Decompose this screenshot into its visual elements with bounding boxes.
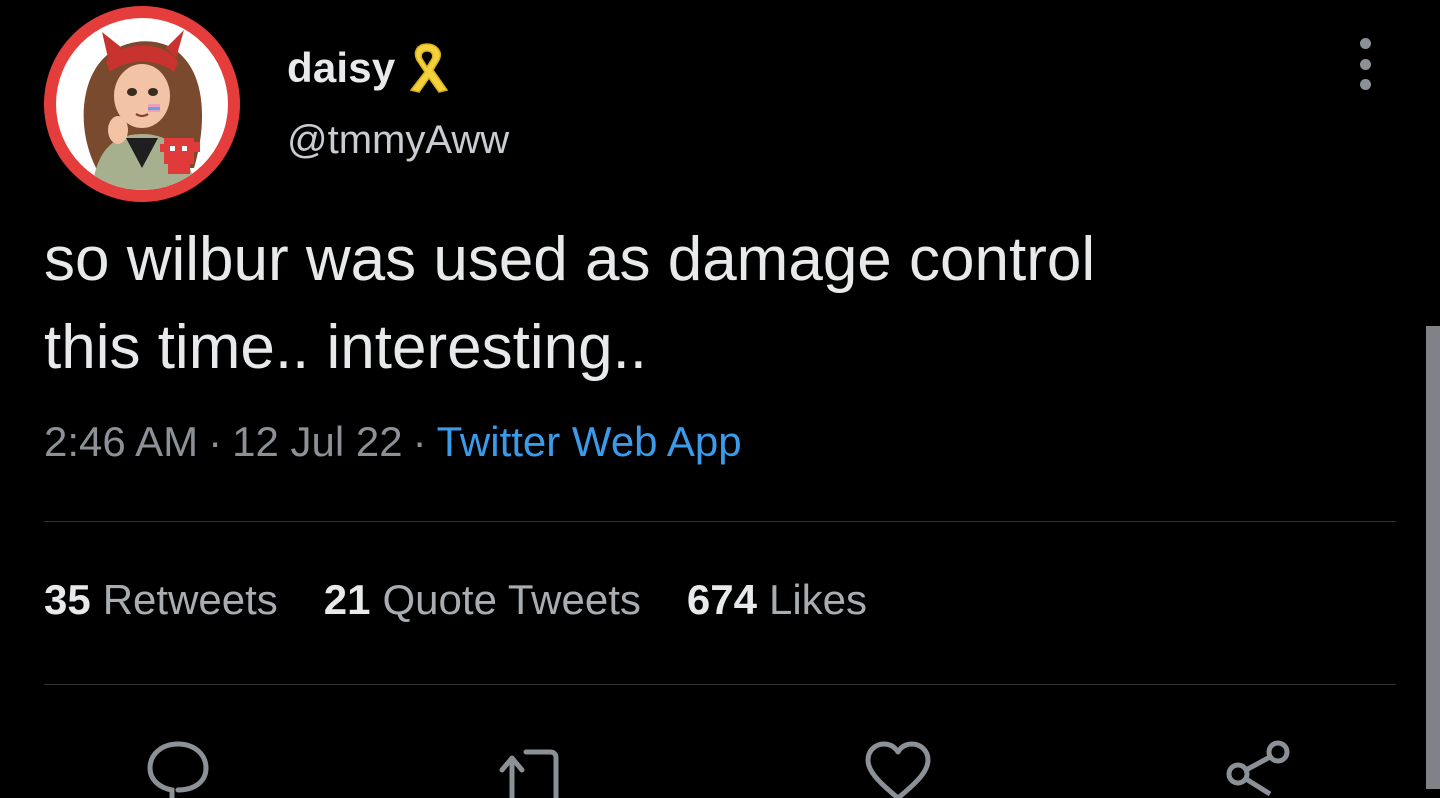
avatar-image — [56, 18, 228, 190]
tweet-stats: 35 Retweets 21 Quote Tweets 674 Likes — [44, 576, 913, 624]
tweet-text-line: so wilbur was used as damage control — [44, 225, 1096, 294]
avatar-illustration — [83, 30, 203, 190]
share-button[interactable] — [1222, 738, 1294, 798]
likes-count: 674 — [686, 576, 757, 623]
retweet-button[interactable] — [496, 738, 568, 798]
like-button[interactable] — [862, 738, 934, 798]
tweet-text-line: this time.. interesting.. — [44, 313, 648, 382]
more-dot — [1359, 38, 1371, 49]
divider — [44, 521, 1396, 522]
author-name-row[interactable]: daisy — [287, 38, 455, 98]
more-vertical-icon[interactable] — [1350, 38, 1380, 90]
yellow-ribbon-icon — [399, 40, 455, 96]
avatar[interactable] — [44, 6, 240, 202]
scrollbar-thumb[interactable] — [1426, 326, 1440, 789]
heart-icon — [865, 741, 931, 798]
tweet-detail: daisy @tmmyAww so wilbur was used as dam… — [0, 0, 1440, 798]
tweet-text: so wilbur was used as damage control thi… — [44, 216, 1374, 392]
retweets-stat[interactable]: 35 Retweets — [44, 576, 278, 624]
meta-separator: · — [208, 418, 223, 465]
likes-label: Likes — [768, 576, 868, 623]
tweet-date[interactable]: 12 Jul 22 — [232, 418, 402, 465]
quote-tweets-label: Quote Tweets — [382, 576, 641, 623]
author-handle[interactable]: @tmmyAww — [287, 118, 509, 163]
quote-tweets-stat[interactable]: 21 Quote Tweets — [324, 576, 641, 624]
more-dot — [1359, 58, 1371, 70]
meta-separator: · — [412, 418, 427, 465]
tweet-source-link[interactable]: Twitter Web App — [437, 418, 742, 465]
tweet-meta: 2:46 AM · 12 Jul 22 · Twitter Web App — [44, 418, 742, 466]
tweet-time[interactable]: 2:46 AM — [44, 418, 198, 465]
retweets-label: Retweets — [102, 576, 278, 623]
divider — [44, 684, 1396, 685]
more-dot — [1359, 79, 1371, 90]
share-icon — [1226, 740, 1290, 797]
likes-stat[interactable]: 674 Likes — [687, 576, 867, 624]
reply-icon — [147, 741, 209, 798]
retweet-icon — [499, 749, 559, 798]
quote-tweets-count: 21 — [323, 576, 371, 623]
display-name[interactable]: daisy — [287, 44, 395, 92]
retweets-count: 35 — [44, 576, 91, 623]
reply-button[interactable] — [142, 738, 214, 798]
